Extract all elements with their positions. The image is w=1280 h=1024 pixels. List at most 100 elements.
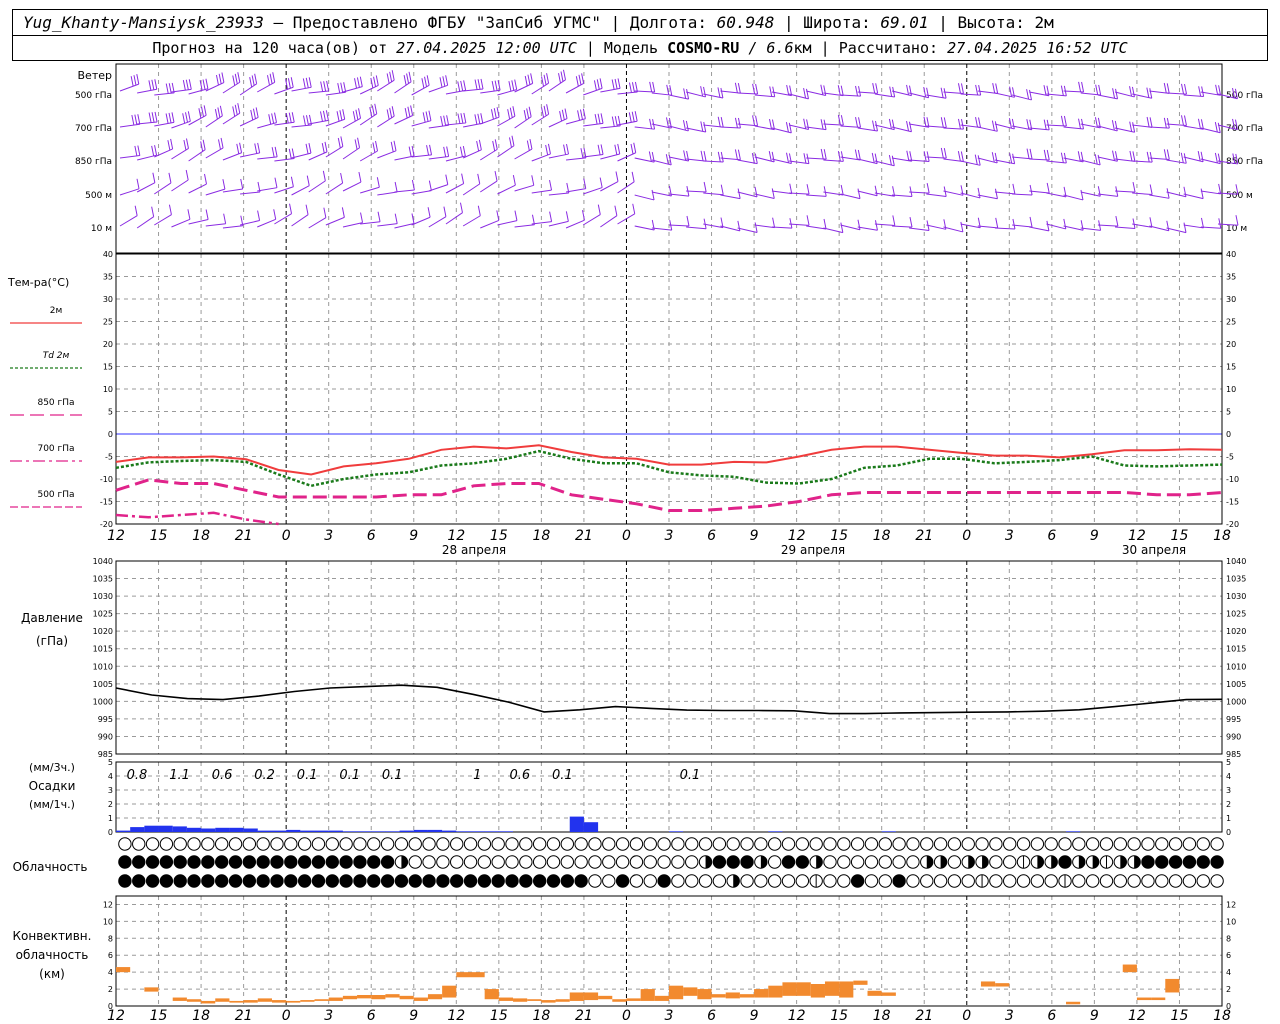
wind-barb: [926, 224, 946, 230]
cloud-cover-symbol: [546, 855, 561, 869]
bottom-hour-label: 12: [788, 1008, 806, 1024]
wind-barb: [1149, 225, 1169, 232]
cloud-cover-symbol: [1141, 837, 1155, 851]
convective-axis-tick-left: 12: [103, 900, 113, 909]
wind-barb-flag: [1129, 86, 1133, 97]
temp-legend-label: 850 гПа: [37, 398, 74, 408]
wind-barb-flag: [734, 82, 738, 93]
wind-barb-flag: [857, 219, 861, 230]
wind-barb-flag: [1163, 82, 1167, 94]
temp-legend-label: 700 гПа: [37, 444, 74, 454]
wind-barb-flag: [480, 113, 484, 124]
precip-3h-label: 1.1: [169, 768, 190, 783]
wind-barb-flag: [769, 86, 773, 97]
wind-barb-flag: [477, 79, 481, 90]
wind-barb-flag: [611, 79, 615, 90]
cloud-cover-symbol: [228, 855, 243, 869]
convective-bar: [683, 987, 698, 996]
wind-barb-flag: [651, 189, 655, 201]
cloud-cover-symbol: [532, 837, 547, 851]
wind-barb-flag: [806, 215, 810, 226]
cloud-cover-symbol: [1044, 837, 1058, 851]
wind-barb-flag: [187, 209, 191, 220]
wind-barb-flag: [597, 113, 601, 124]
wind-barb: [497, 115, 516, 127]
precip-bar: [583, 822, 599, 832]
wind-barb: [291, 185, 310, 196]
cloud-cover-symbol: [145, 837, 160, 851]
convective-axis-label: (км): [39, 967, 65, 981]
cloud-cover-symbol: [173, 855, 187, 869]
wind-barb-flag: [923, 151, 927, 162]
wind-barb-flag: [1078, 118, 1082, 129]
wind-barb-flag: [1043, 119, 1047, 130]
temp-axis-tick-left: -15: [100, 498, 113, 507]
convective-bar: [442, 985, 457, 998]
cloud-cover-symbol: [837, 874, 851, 888]
cloud-cover-symbol: [823, 855, 837, 869]
cloud-cover-symbol: [325, 855, 339, 869]
convective-bar: [1066, 1001, 1081, 1005]
convective-bar: [243, 1000, 258, 1003]
wind-barb-flag: [1009, 153, 1013, 164]
wind-barb-flag: [237, 103, 241, 114]
bottom-hour-label: 9: [409, 1008, 418, 1024]
cloud-cover-symbol: [311, 837, 326, 851]
hour-label: 12: [447, 528, 465, 544]
wind-barb-flag: [232, 75, 236, 86]
wind-barb-flag: [168, 83, 172, 94]
cloud-cover-symbol: [712, 874, 727, 888]
convective-bar: [824, 981, 840, 996]
wind-barb: [737, 227, 758, 233]
wind-barb-flag: [892, 215, 896, 226]
cloud-cover-symbol: [560, 837, 575, 851]
wind-barb: [892, 225, 913, 228]
hour-label: 9: [750, 528, 759, 544]
pressure-axis-tick-left: 1025: [93, 610, 113, 619]
wind-barb-flag: [771, 151, 775, 162]
wind-barb-flag: [459, 146, 463, 157]
wind-barb: [359, 150, 378, 162]
cloud-cover-symbol: [159, 874, 174, 888]
wind-barb-flag: [578, 74, 582, 85]
cloud-cover-symbol: [422, 855, 436, 869]
precip-bar: [286, 829, 301, 832]
cloud-cover-symbol: [422, 874, 436, 888]
wind-barb-flag: [1132, 218, 1136, 229]
wind-barb: [514, 148, 533, 160]
cloud-cover-symbol: [560, 874, 575, 888]
wind-barb-flag: [652, 81, 656, 93]
cloud-cover-symbol: [463, 837, 478, 851]
wind-barb-flag: [205, 209, 209, 220]
cloud-cover-symbol: [574, 855, 588, 869]
wind-barb-flag: [236, 143, 240, 154]
cloud-cover-symbol: [1141, 874, 1155, 888]
wind-barb: [394, 222, 415, 229]
wind-barb-flag: [1163, 149, 1167, 160]
convective-axis-tick-right: 2: [1226, 985, 1231, 994]
wind-barb-flag: [389, 71, 393, 82]
wind-barb-flag: [1012, 218, 1016, 230]
wind-barb: [497, 220, 518, 226]
wind-barb-flag: [460, 113, 464, 124]
cloud-cover-symbol: [602, 855, 616, 869]
cloud-cover-symbol: [270, 874, 284, 888]
wind-barb-flag: [820, 119, 824, 130]
wind-barb-flag: [940, 147, 944, 159]
wind-level-label-left: 500 гПа: [75, 91, 112, 101]
bottom-hour-label: 9: [1090, 1008, 1099, 1024]
wind-barb-flag: [217, 139, 221, 150]
precip-axis-tick-right: 2: [1226, 800, 1231, 809]
wind-barb: [583, 187, 603, 195]
wind-barb: [137, 154, 157, 161]
precip-bar: [569, 816, 584, 832]
wind-barb: [308, 217, 327, 229]
wind-barb-flag: [617, 143, 621, 155]
cloud-cover-symbol: [906, 874, 920, 888]
wind-barb-flag: [630, 143, 634, 155]
wind-barb-flag: [165, 83, 169, 94]
precip-3h-label: 0.6: [510, 768, 531, 783]
wind-barb-flag: [355, 109, 359, 120]
cloud-cover-symbol: [615, 855, 630, 869]
convective-bar: [271, 1000, 287, 1003]
